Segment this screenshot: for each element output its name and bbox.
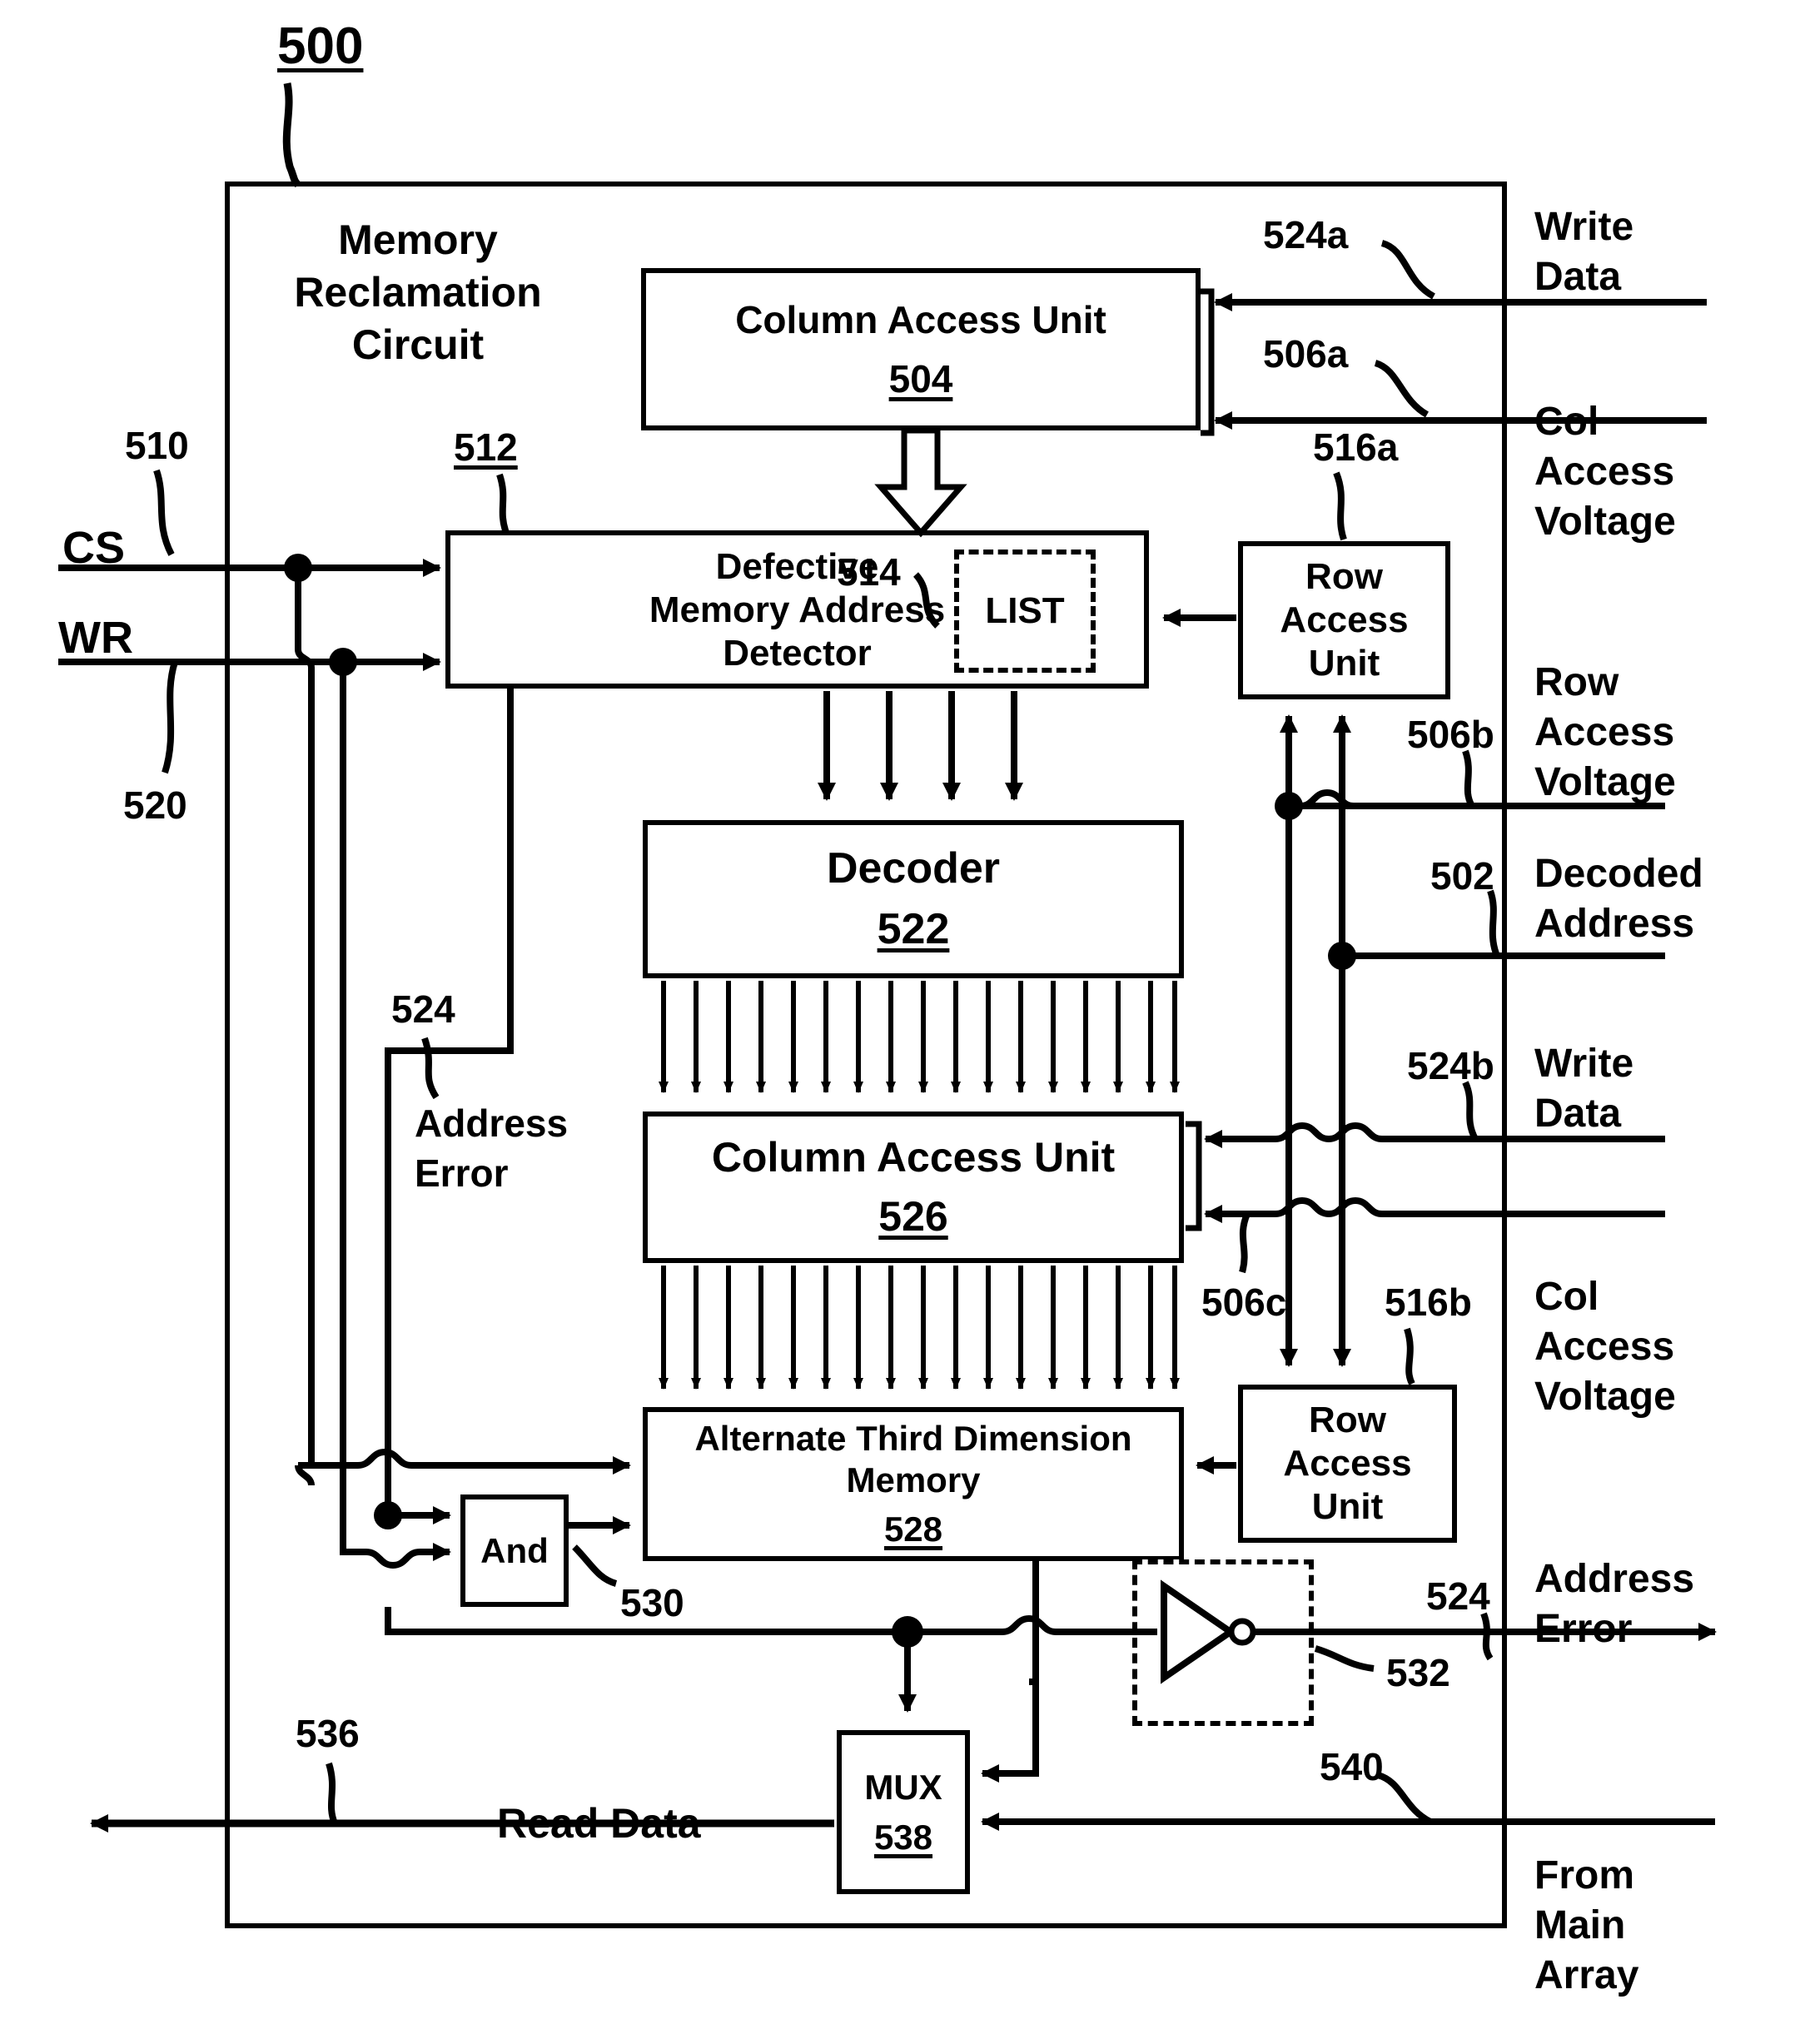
row-access-voltage-b-line2: Access xyxy=(1534,710,1675,754)
ref-516b: 516b xyxy=(1385,1281,1472,1324)
signal-cs-label: CS xyxy=(62,523,126,573)
decoded-address-line2: Address xyxy=(1534,902,1695,946)
mux-number: 538 xyxy=(873,1817,933,1857)
write-data-b-line2: Data xyxy=(1534,1092,1622,1136)
inverter-dashed-region xyxy=(1132,1559,1314,1726)
mux-label: MUX xyxy=(864,1767,942,1807)
ref-502: 502 xyxy=(1430,854,1494,898)
circuit-title-line3: Circuit xyxy=(351,321,485,368)
signal-wr-label: WR xyxy=(58,613,133,663)
read-data-label: Read Data xyxy=(497,1800,701,1847)
ref-516a: 516a xyxy=(1313,425,1399,469)
col-access-voltage-a-line1: Col xyxy=(1534,400,1599,444)
col-access-voltage-c-line2: Access xyxy=(1534,1325,1675,1369)
address-error-output-line2: Error xyxy=(1534,1607,1633,1651)
col-access-voltage-a-line3: Voltage xyxy=(1534,500,1676,544)
row-access-unit-top-line1: Row xyxy=(1305,556,1383,598)
ref-540: 540 xyxy=(1320,1745,1384,1788)
block-and-gate: And xyxy=(460,1494,569,1607)
col-access-voltage-c-line3: Voltage xyxy=(1534,1375,1676,1419)
column-access-unit-526-label: Column Access Unit xyxy=(711,1134,1116,1181)
block-column-access-unit-526: Column Access Unit 526 xyxy=(643,1112,1184,1263)
alt-memory-line2: Memory xyxy=(846,1460,981,1499)
patent-figure-500: 500 Memory Reclamation Circuit Column Ac… xyxy=(0,0,1800,2044)
row-access-unit-bottom-line1: Row xyxy=(1309,1400,1386,1441)
circuit-title-line2: Reclamation xyxy=(294,269,542,316)
ref-506a: 506a xyxy=(1263,332,1349,375)
alt-memory-number: 528 xyxy=(883,1509,943,1549)
figure-number: 500 xyxy=(277,17,364,75)
row-access-unit-top-line3: Unit xyxy=(1308,642,1380,684)
and-gate-label: And xyxy=(480,1530,549,1570)
circuit-title-line1: Memory xyxy=(338,216,498,263)
ref-524-output: 524 xyxy=(1426,1574,1490,1618)
row-access-unit-bottom-line3: Unit xyxy=(1311,1485,1384,1527)
block-row-access-unit-top: Row Access Unit xyxy=(1238,541,1450,699)
col-access-voltage-a-line2: Access xyxy=(1534,450,1675,494)
detector-line3: Detector xyxy=(723,632,872,674)
block-column-access-unit-504: Column Access Unit 504 xyxy=(641,268,1201,430)
list-label: LIST xyxy=(985,590,1065,631)
ref-520: 520 xyxy=(123,783,187,827)
ref-524b: 524b xyxy=(1407,1044,1494,1087)
block-decoder: Decoder 522 xyxy=(643,820,1184,978)
ref-514: 514 xyxy=(837,550,901,594)
ref-510: 510 xyxy=(125,424,189,467)
from-main-array-line3: Array xyxy=(1534,1953,1639,1997)
column-access-unit-526-number: 526 xyxy=(878,1193,948,1240)
detector-line2: Memory Address xyxy=(649,589,946,630)
block-alternate-third-dimension-memory: Alternate Third Dimension Memory 528 xyxy=(643,1407,1184,1561)
ref-524-internal: 524 xyxy=(391,987,455,1031)
write-data-a-line2: Data xyxy=(1534,255,1622,299)
column-access-unit-504-number: 504 xyxy=(888,356,953,400)
ref-506b: 506b xyxy=(1407,713,1494,756)
from-main-array-line2: Main xyxy=(1534,1903,1626,1947)
ref-506c: 506c xyxy=(1201,1281,1287,1324)
alt-memory-line1: Alternate Third Dimension xyxy=(694,1419,1132,1459)
ref-512: 512 xyxy=(454,425,518,469)
row-access-voltage-b-line3: Voltage xyxy=(1534,760,1676,804)
block-mux: MUX 538 xyxy=(837,1730,970,1894)
write-data-b-line1: Write xyxy=(1534,1042,1634,1086)
address-error-internal-line2: Error xyxy=(415,1151,509,1195)
address-error-output-line1: Address xyxy=(1534,1557,1695,1601)
decoded-address-line1: Decoded xyxy=(1534,852,1703,896)
col-access-voltage-c-line1: Col xyxy=(1534,1275,1599,1319)
list-subblock: LIST xyxy=(954,550,1096,673)
decoder-number: 522 xyxy=(877,905,950,953)
block-row-access-unit-bottom: Row Access Unit xyxy=(1238,1385,1457,1543)
ref-536: 536 xyxy=(296,1712,360,1755)
row-access-unit-bottom-line2: Access xyxy=(1283,1443,1412,1485)
ref-524a: 524a xyxy=(1263,213,1349,256)
write-data-a-line1: Write xyxy=(1534,205,1634,249)
column-access-unit-504-label: Column Access Unit xyxy=(735,298,1106,342)
from-main-array-line1: From xyxy=(1534,1853,1634,1897)
address-error-internal-line1: Address xyxy=(415,1102,569,1145)
ref-532: 532 xyxy=(1386,1651,1450,1694)
ref-530: 530 xyxy=(620,1581,684,1624)
decoder-label: Decoder xyxy=(826,843,1001,893)
row-access-voltage-b-line1: Row xyxy=(1534,660,1619,704)
row-access-unit-top-line2: Access xyxy=(1280,599,1409,641)
